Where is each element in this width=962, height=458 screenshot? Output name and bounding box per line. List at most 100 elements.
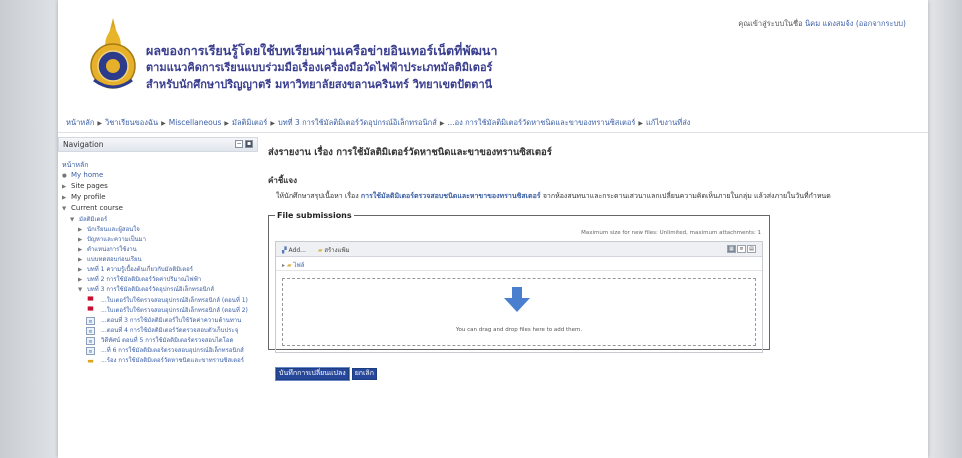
login-prefix: คุณเข้าสู่ระบบในชื่อ <box>738 19 803 28</box>
folder-icon: ▰ <box>317 247 323 254</box>
nav-site-pages[interactable]: ▶ Site pages <box>62 181 258 192</box>
nav-course-label: มัลติมิเตอร์ <box>79 216 108 223</box>
site-title: ผลของการเรียนรู้โดยใช้บทเรียนผ่านเครือข่… <box>146 42 497 93</box>
navigation-title: Navigation <box>63 140 104 149</box>
file-manager: ▞ Add... ▰ สร้างแฟ้ม ▦ ≡ ▤ ▸ ▰ ไฟล์ You … <box>275 241 763 353</box>
nav-resource-2[interactable]: ▀ ...ใบเตอร์ใบใช้ตรวจสอบอุปกรณ์อิเล็กทรอน… <box>62 307 258 315</box>
expand-arrow-icon: ▶ <box>62 195 67 201</box>
nav-home[interactable]: หน้าหลัก <box>62 160 258 170</box>
nav-section-label: แบบทดสอบก่อนเรียน <box>87 256 142 263</box>
icon-view-icon[interactable]: ▦ <box>727 245 736 253</box>
assignment-icon: ▬ <box>87 357 94 365</box>
page-title: ส่งรายงาน เรื่อง การใช้มัลติมิเตอร์วัดหา… <box>268 147 552 158</box>
collapse-arrow-icon: ▼ <box>78 287 83 293</box>
breadcrumb-assignment[interactable]: ...อง การใช้มัลติมิเตอร์วัดหาชนิดและขาขอ… <box>447 118 635 127</box>
breadcrumb-course[interactable]: มัลติมิเตอร์ <box>232 118 267 127</box>
instruction-post: จากห้องสนทนาและกระดานเสวนาแลกเปลี่ยนความ… <box>542 192 831 200</box>
expand-arrow-icon: ▶ <box>78 247 83 253</box>
page-icon: ≡ <box>86 317 95 325</box>
nav-resource-4[interactable]: ≡ ...ตอนที่ 4 การใช้มัลติมิเตอร์วัดตรวจสอ… <box>62 327 258 335</box>
file-drop-zone[interactable]: You can drag and drop files here to add … <box>282 278 756 346</box>
university-logo <box>82 16 144 94</box>
save-changes-button[interactable]: บันทึกการเปลี่ยนแปลง <box>276 368 349 380</box>
expand-arrow-icon: ▶ <box>78 237 83 243</box>
breadcrumb-home[interactable]: หน้าหลัก <box>66 118 94 127</box>
nav-section-1[interactable]: ▶ นักเรียนและผู้สอนใจ <box>62 225 258 235</box>
nav-resource-5[interactable]: ≡ วิดีทัศน์ ตอนที่ 5 การใช้มัลติมิเตอร์ตร… <box>62 337 258 345</box>
nav-section-5[interactable]: ▶ บทที่ 1 ความรู้เบื้องต้นเกี่ยวกับมัลติม… <box>62 265 258 275</box>
expand-arrow-icon: ▶ <box>78 267 83 273</box>
nav-section-6[interactable]: ▶ บทที่ 2 การใช้มัลติมิเตอร์วัดค่าปริมาณไ… <box>62 275 258 285</box>
nav-my-home[interactable]: ● My home <box>62 170 258 181</box>
nav-resource-label: ...ตอนที่ 3 การใช้มัลติมิเตอร์ใบใช้วัดค่… <box>101 317 242 324</box>
page-icon: ≡ <box>86 337 95 345</box>
form-buttons: บันทึกการเปลี่ยนแปลง ยกเลิก <box>268 368 918 380</box>
expand-arrow-icon: ▶ <box>78 257 83 263</box>
nav-section-label: นักเรียนและผู้สอนใจ <box>87 226 140 233</box>
nav-resource-3[interactable]: ≡ ...ตอนที่ 3 การใช้มัลติมิเตอร์ใบใช้วัดค… <box>62 317 258 325</box>
drop-arrow-icon <box>503 287 531 313</box>
nav-section-label: บทที่ 1 ความรู้เบื้องต้นเกี่ยวกับมัลติมิ… <box>87 266 193 273</box>
nav-my-profile[interactable]: ▶ My profile <box>62 192 258 203</box>
pdf-icon: ▀ <box>87 307 94 315</box>
navigation-header: Navigation − ▪ <box>58 137 258 152</box>
nav-resource-6[interactable]: ≡ ...ที่ 6 การใช้มัลติมิเตอร์ตรวจสอบอุปกร… <box>62 347 258 355</box>
create-folder-button[interactable]: ▰ สร้างแฟ้ม <box>318 247 350 254</box>
expand-arrow-icon: ▶ <box>78 227 83 233</box>
tree-view-icon[interactable]: ▤ <box>747 245 756 253</box>
collapse-icon[interactable]: ▪ <box>245 140 253 148</box>
nav-current-course[interactable]: ▼ Current course <box>62 203 258 214</box>
instruction-heading: คำชี้แจง <box>268 176 298 185</box>
expand-arrow-icon: ▶ <box>62 184 67 190</box>
path-label: ไฟล์ <box>293 262 305 269</box>
cancel-button[interactable]: ยกเลิก <box>351 368 377 380</box>
nav-section-2[interactable]: ▶ ปัญหาและความเป็นมา <box>62 235 258 245</box>
nav-section-label: บทที่ 3 การใช้มัลติมิเตอร์วัดอุปกรณ์อิเล… <box>87 286 215 293</box>
main-content: ส่งรายงาน เรื่อง การใช้มัลติมิเตอร์วัดหา… <box>268 137 918 380</box>
chevron-right-icon: ▶ <box>638 120 643 127</box>
file-manager-path[interactable]: ▸ ▰ ไฟล์ <box>276 257 762 271</box>
max-size-note: Maximum size for new files: Unlimited, m… <box>581 230 761 236</box>
nav-resource-label: ...ที่ 6 การใช้มัลติมิเตอร์ตรวจสอบอุปกรณ… <box>101 347 244 354</box>
user-profile-link[interactable]: นิคม แดงสมจ้ง <box>805 19 853 28</box>
nav-course[interactable]: ▼ มัลติมิเตอร์ <box>62 214 258 225</box>
page-icon: ≡ <box>86 327 95 335</box>
chevron-right-icon: ▶ <box>161 120 166 127</box>
chevron-right-icon: ▶ <box>224 120 229 127</box>
breadcrumb: หน้าหลัก ▶ วิชาเรียนของฉัน ▶ Miscellaneous ▶ ม… <box>66 117 916 131</box>
nav-section-7[interactable]: ▼ บทที่ 3 การใช้มัลติมิเตอร์วัดอุปกรณ์อิเ… <box>62 285 258 295</box>
nav-resource-label: วิดีทัศน์ ตอนที่ 5 การใช้มัลติมิเตอร์ตรว… <box>101 337 234 344</box>
breadcrumb-my-courses[interactable]: วิชาเรียนของฉัน <box>105 118 158 127</box>
chevron-right-icon: ▶ <box>270 120 275 127</box>
folder-icon: ▰ <box>286 262 292 269</box>
nav-section-4[interactable]: ▶ แบบทดสอบก่อนเรียน <box>62 255 258 265</box>
site-title-line-1: ผลของการเรียนรู้โดยใช้บทเรียนผ่านเครือข่… <box>146 43 498 58</box>
add-file-icon: ▞ <box>282 247 287 254</box>
breadcrumb-divider <box>58 132 928 133</box>
dock-icon[interactable]: − <box>235 140 243 148</box>
nav-my-profile-label: My profile <box>71 193 106 201</box>
navigation-tree: หน้าหลัก ● My home ▶ Site pages ▶ My profil… <box>58 152 258 365</box>
logout-link[interactable]: (ออกจากระบบ) <box>856 19 906 28</box>
list-view-icon[interactable]: ≡ <box>737 245 746 253</box>
nav-section-3[interactable]: ▶ ตำแหน่งการใช้งาน <box>62 245 258 255</box>
site-title-line-3: สำหรับนักศึกษาปริญญาตรี มหาวิทยาลัยสงขลา… <box>146 78 493 91</box>
instruction-text: ให้นักศึกษาสรุปเนื้อหา เรื่อง การใช้มัลต… <box>268 191 904 201</box>
collapse-arrow-icon: ▼ <box>62 206 67 212</box>
nav-resource-label: ...ใบเตอร์ใบใช้ตรวจสอบอุปกรณ์อิเล็กทรอนิ… <box>101 297 248 304</box>
nav-resource-7[interactable]: ▬ ...ร้อง การใช้มัลติมิเตอร์วัดหาชนิดและข… <box>62 357 258 365</box>
login-info: คุณเข้าสู่ระบบในชื่อ นิคม แดงสมจ้ง (ออกจ… <box>738 18 906 30</box>
create-folder-label: สร้างแฟ้ม <box>324 247 350 254</box>
desktop-edge-left <box>0 0 58 458</box>
nav-resource-1[interactable]: ▀ ...ใบเตอร์ใบใช้ตรวจสอบอุปกรณ์อิเล็กทรอน… <box>62 297 258 305</box>
breadcrumb-category[interactable]: Miscellaneous <box>169 118 222 127</box>
site-title-line-2: ตามแนวคิดการเรียนแบบร่วมมือเรื่องเครื่อง… <box>146 61 493 74</box>
nav-my-home-label: My home <box>71 171 104 179</box>
chevron-right-icon: ▶ <box>97 120 102 127</box>
bullet-icon: ● <box>62 173 67 179</box>
breadcrumb-section[interactable]: บทที่ 3 การใช้มัลติมิเตอร์วัดอุปกรณ์อิเล… <box>278 118 437 127</box>
chevron-right-icon: ▶ <box>439 120 445 127</box>
add-file-button[interactable]: ▞ Add... <box>282 247 306 254</box>
navigation-block: Navigation − ▪ หน้าหลัก ● My home ▶ Site p… <box>58 137 258 458</box>
nav-resource-label: ...ร้อง การใช้มัลติมิเตอร์วัดหาชนิดและขา… <box>101 357 244 364</box>
